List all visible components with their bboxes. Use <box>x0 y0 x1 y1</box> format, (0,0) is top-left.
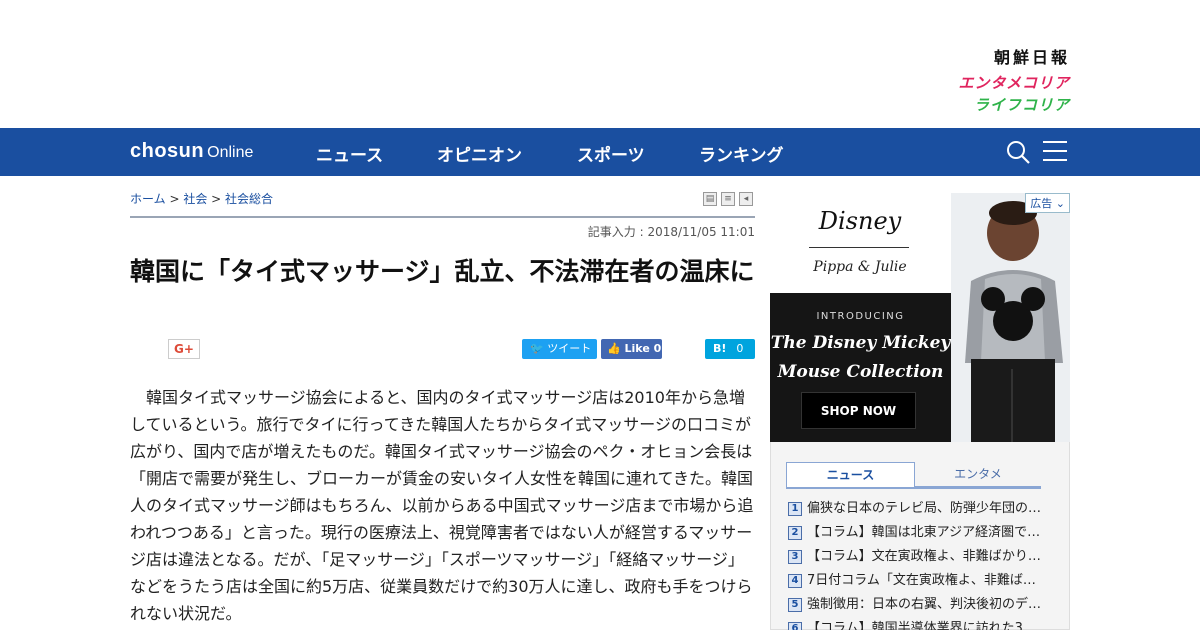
ad-product-photo <box>951 193 1070 442</box>
tab-news[interactable]: ニュース <box>786 462 915 488</box>
ranking-title: 【コラム】文在寅政権よ、非難ばかり… <box>807 549 1041 564</box>
main-nav: chosun Online ニュース オピニオン スポーツ ランキング <box>0 128 1200 176</box>
rank-number: 4 <box>788 574 802 588</box>
advertisement[interactable]: 広告 ⌄ Disney Pippa & Julie INTRODUCING Th… <box>770 193 1070 442</box>
chevron-down-icon: ⌄ <box>1055 197 1065 210</box>
ranking-title: 偏狭な日本のテレビ局、防弾少年団の… <box>807 501 1042 516</box>
hamburger-menu-icon[interactable] <box>1043 141 1067 163</box>
nav-item-opinion[interactable]: オピニオン <box>437 141 522 166</box>
rank-number: 6 <box>788 622 802 630</box>
back-icon[interactable]: ◂ <box>739 192 753 206</box>
search-icon[interactable] <box>1006 140 1030 164</box>
ranking-title: 【コラム】韓国は北東アジア経済圏で… <box>807 525 1041 540</box>
facebook-like-button[interactable]: 👍 Like 0 <box>601 339 662 359</box>
logo-bold-text: chosun <box>130 140 205 162</box>
ad-label-text: 広告 <box>1030 197 1053 210</box>
ranking-title: 【コラム】韓国半導体業界に訪れた3… <box>807 621 1036 630</box>
top-header: 朝鮮日報 エンタメコリア ライフコリア <box>0 0 1200 128</box>
ranking-item[interactable]: 2 【コラム】韓国は北東アジア経済圏で… <box>788 522 1048 546</box>
tweet-label: ツイート <box>547 342 592 355</box>
like-count: 0 <box>653 342 662 355</box>
breadcrumb-subsection[interactable]: 社会総合 <box>225 192 273 206</box>
rank-number: 1 <box>788 502 802 516</box>
rank-number: 5 <box>788 598 802 612</box>
article-headline: 韓国に「タイ式マッサージ」乱立、不法滞在者の温床に <box>130 257 755 286</box>
article-tools: ▤ ≡ ◂ <box>703 192 753 206</box>
ranking-list: 1 偏狭な日本のテレビ局、防弾少年団の… 2 【コラム】韓国は北東アジア経済圏で… … <box>788 498 1048 630</box>
ad-title-line1: The Disney Mickey <box>770 333 951 353</box>
hatena-count: 0 <box>736 342 744 355</box>
ranking-title: 強制徴用：日本の右翼、判決後初のデ… <box>807 597 1042 612</box>
hatena-label: B! <box>713 342 727 355</box>
breadcrumb-sep: > <box>165 192 184 206</box>
logo-light-text: Online <box>207 144 254 161</box>
ad-sub-brand: Pippa & Julie <box>813 259 907 275</box>
tab-entame[interactable]: エンタメ <box>915 462 1041 488</box>
breadcrumb-section[interactable]: 社会 <box>183 192 207 206</box>
breadcrumb-home[interactable]: ホーム <box>130 192 166 206</box>
twitter-bird-icon: 🐦 <box>530 342 548 355</box>
ranking-item[interactable]: 6 【コラム】韓国半導体業界に訪れた3… <box>788 618 1048 630</box>
ranking-item[interactable]: 4 7日付コラム「文在寅政権よ、非難ば… <box>788 570 1048 594</box>
nav-item-ranking[interactable]: ランキング <box>699 141 784 166</box>
ad-title-line2: Mouse Collection <box>777 362 944 382</box>
brand-links: 朝鮮日報 エンタメコリア ライフコリア <box>958 44 1070 115</box>
divider <box>130 216 755 218</box>
chosun-online-logo[interactable]: chosun Online <box>130 140 253 163</box>
nav-item-news[interactable]: ニュース <box>316 141 383 166</box>
google-plus-button[interactable]: G+ <box>168 339 200 359</box>
breadcrumb: ホーム > 社会 > 社会総合 <box>130 190 273 207</box>
ad-promo-panel: INTRODUCING The Disney Mickey Mouse Coll… <box>770 293 951 442</box>
ad-divider <box>809 247 909 248</box>
brand-life-korea-link[interactable]: ライフコリア <box>958 94 1070 115</box>
breadcrumb-sep: > <box>207 192 226 206</box>
ranking-item[interactable]: 3 【コラム】文在寅政権よ、非難ばかり… <box>788 546 1048 570</box>
brand-chosun-ilbo-link[interactable]: 朝鮮日報 <box>958 44 1070 68</box>
text-size-icon[interactable]: ≡ <box>721 192 735 206</box>
ad-intro: INTRODUCING <box>816 311 905 322</box>
rank-number: 3 <box>788 550 802 564</box>
ad-title: The Disney Mickey Mouse Collection <box>770 329 951 387</box>
thumbs-up-icon: 👍 <box>607 342 625 355</box>
tweet-button[interactable]: 🐦 ツイート <box>522 339 597 359</box>
rank-number: 2 <box>788 526 802 540</box>
hatena-bookmark-button[interactable]: B! 0 <box>705 339 755 359</box>
ranking-item[interactable]: 5 強制徴用：日本の右翼、判決後初のデ… <box>788 594 1048 618</box>
ranking-title: 7日付コラム「文在寅政権よ、非難ば… <box>807 573 1036 588</box>
article-dateline: 記事入力 : 2018/11/05 11:01 <box>587 225 755 239</box>
article-body: 韓国タイ式マッサージ協会によると、国内のタイ式マッサージ店は2010年から急増し… <box>130 388 754 623</box>
brand-entame-korea-link[interactable]: エンタメコリア <box>958 72 1070 93</box>
tab-underline <box>786 487 1041 489</box>
shop-now-button[interactable]: SHOP NOW <box>801 392 916 429</box>
ad-label[interactable]: 広告 ⌄ <box>1025 193 1070 213</box>
print-icon[interactable]: ▤ <box>703 192 717 206</box>
ad-brand: Disney <box>818 207 902 235</box>
ranking-item[interactable]: 1 偏狭な日本のテレビ局、防弾少年団の… <box>788 498 1048 522</box>
nav-item-sports[interactable]: スポーツ <box>577 141 645 166</box>
ranking-box: ニュース エンタメ 1 偏狭な日本のテレビ局、防弾少年団の… 2 【コラム】韓国は北… <box>770 442 1070 630</box>
like-label: Like <box>624 342 650 355</box>
